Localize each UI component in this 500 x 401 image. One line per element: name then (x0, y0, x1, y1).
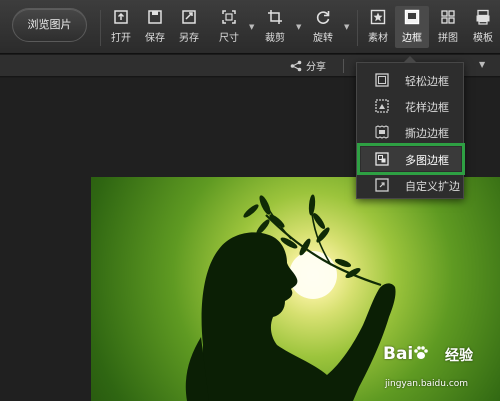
resize-dropdown-arrow[interactable]: ▼ (249, 23, 254, 31)
open-icon (114, 10, 128, 24)
template-button[interactable]: 模板 (466, 6, 500, 48)
browse-images-button[interactable]: 浏览图片 (12, 8, 87, 42)
save-icon (148, 10, 162, 24)
resize-label: 尺寸 (219, 33, 239, 44)
subbar-dropdown-arrow[interactable]: ▼ (479, 60, 485, 69)
rotate-icon (316, 11, 330, 24)
material-icon (370, 9, 386, 25)
rotate-label: 旋转 (313, 33, 333, 44)
baidu-jingyan-watermark: Bai 经验 jingyan.baidu.com (383, 344, 493, 399)
menu-item-simple-border[interactable]: 轻松边框 (361, 68, 461, 92)
menu-item-label: 自定义扩边 (405, 180, 460, 193)
custom-expand-icon (375, 178, 389, 192)
menu-item-label: 轻松边框 (405, 75, 449, 88)
save-label: 保存 (145, 33, 165, 44)
menu-item-label: 多图边框 (405, 154, 449, 167)
border-label: 边框 (402, 33, 422, 44)
subbar-divider (343, 59, 344, 73)
menu-item-multi-image-border[interactable]: 多图边框 (357, 143, 465, 175)
simple-border-icon (375, 73, 389, 87)
multi-image-border-icon (375, 152, 389, 166)
toolbar-divider (357, 10, 358, 46)
border-icon (404, 9, 420, 25)
open-label: 打开 (111, 33, 131, 44)
template-icon (476, 9, 490, 25)
watermark-url: jingyan.baidu.com (385, 379, 469, 389)
template-label: 模板 (473, 33, 493, 44)
menu-item-pattern-border[interactable]: 花样边框 (361, 94, 461, 118)
main-toolbar: 浏览图片 打开 保存 另存 尺寸 ▼ 裁剪 ▼ 旋转 ▼ 素材 边框 拼图 模板 (0, 0, 500, 54)
share-icon (290, 60, 302, 72)
material-label: 素材 (368, 33, 388, 44)
crop-button[interactable]: 裁剪 (258, 6, 292, 48)
crop-label: 裁剪 (265, 33, 285, 44)
border-button[interactable]: 边框 (395, 6, 429, 48)
material-button[interactable]: 素材 (361, 6, 395, 48)
rotate-button[interactable]: 旋转 (306, 6, 340, 48)
share-label: 分享 (306, 62, 326, 73)
collage-button[interactable]: 拼图 (431, 6, 465, 48)
border-dropdown-menu: 轻松边框 花样边框 撕边边框 多图边框 自定义扩边 (356, 56, 465, 199)
toolbar-divider (100, 10, 101, 46)
pattern-border-icon (375, 99, 389, 113)
paw-icon (414, 346, 429, 359)
save-as-icon (182, 10, 196, 24)
rotate-dropdown-arrow[interactable]: ▼ (344, 23, 349, 31)
watermark-product: 经验 (445, 348, 473, 364)
collage-label: 拼图 (438, 33, 458, 44)
crop-icon (268, 10, 282, 24)
menu-item-torn-border[interactable]: 撕边边框 (361, 120, 461, 144)
watermark-brand: Bai (383, 344, 429, 364)
menu-item-label: 花样边框 (405, 101, 449, 114)
resize-icon (222, 10, 236, 24)
collage-icon (441, 10, 455, 24)
torn-border-icon (375, 125, 389, 139)
resize-button[interactable]: 尺寸 (212, 6, 246, 48)
menu-item-custom-expand[interactable]: 自定义扩边 (361, 173, 461, 197)
crop-dropdown-arrow[interactable]: ▼ (296, 23, 301, 31)
save-as-label: 另存 (179, 33, 199, 44)
open-button[interactable]: 打开 (104, 6, 138, 48)
share-button[interactable]: 分享 (290, 58, 326, 73)
menu-item-label: 撕边边框 (405, 127, 449, 140)
save-as-button[interactable]: 另存 (172, 6, 206, 48)
save-button[interactable]: 保存 (138, 6, 172, 48)
